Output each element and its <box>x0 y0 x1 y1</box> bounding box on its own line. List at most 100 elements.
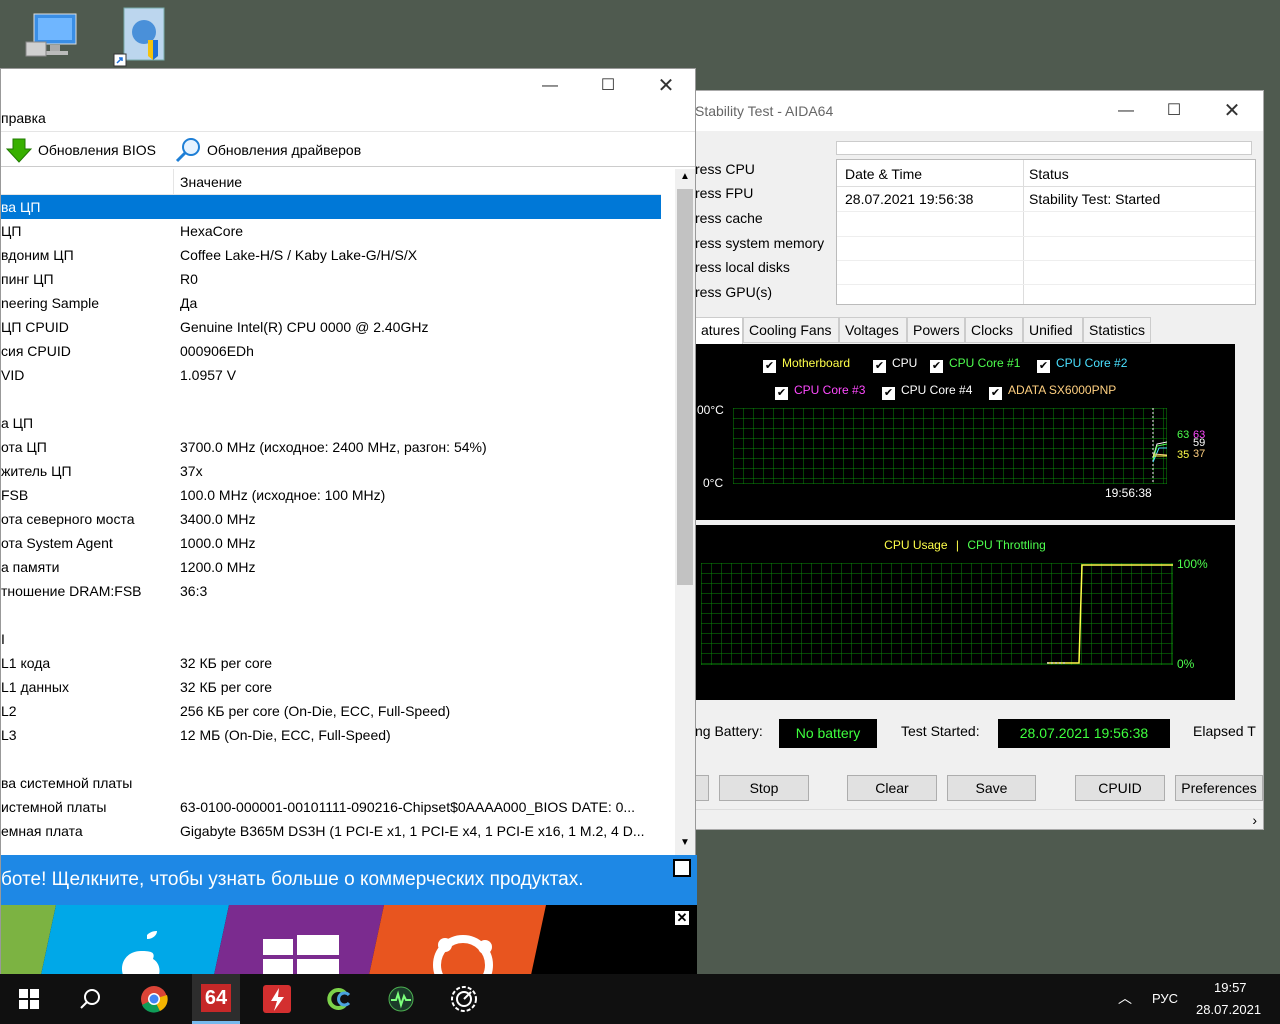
main-maximize-button[interactable]: ☐ <box>585 71 631 101</box>
table-header-datetime[interactable]: Date & Time <box>845 166 922 182</box>
close-banner-button[interactable]: ✕ <box>673 859 691 877</box>
list-row[interactable]: емная плата Gigabyte B365M DS3H (1 PCI-E … <box>1 819 661 843</box>
preferences-button[interactable]: Preferences <box>1175 775 1263 801</box>
list-row[interactable]: L1 кода 32 КБ per core <box>1 651 661 675</box>
stability-titlebar[interactable]: Stability Test - AIDA64 — ☐ ✕ <box>681 91 1263 131</box>
aida64-taskbar-button[interactable]: 64 <box>192 974 240 1024</box>
scroll-down-icon[interactable]: ▼ <box>680 837 690 848</box>
promo-banner[interactable]: боте! Щелкните, чтобы узнать больше о ко… <box>1 855 697 905</box>
main-minimize-button[interactable]: — <box>527 71 573 101</box>
list-row[interactable]: ЦП HexaCore <box>1 219 661 243</box>
scroll-up-icon[interactable]: ▲ <box>680 171 690 182</box>
search-button[interactable] <box>66 974 114 1024</box>
list-row[interactable]: а памяти 1200.0 MHz <box>1 555 661 579</box>
legend-cpu-core-1[interactable]: ✔ CPU Core #1 <box>930 356 1020 373</box>
list-row[interactable]: FSB 100.0 MHz (исходное: 100 MHz) <box>1 483 661 507</box>
clear-button[interactable]: Clear <box>847 775 937 801</box>
speedometer-app-taskbar-button[interactable] <box>440 974 488 1024</box>
legend-cpu[interactable]: ✔ CPU <box>873 356 917 373</box>
list-row[interactable]: neering Sample Да <box>1 291 661 315</box>
os-promo-tiles[interactable]: ✕ <box>1 905 697 975</box>
flash-app-taskbar-button[interactable] <box>253 974 301 1024</box>
tab-unified[interactable]: Unified <box>1023 317 1083 343</box>
list-row[interactable]: L1 данных 32 КБ per core <box>1 675 661 699</box>
tab-temperatures[interactable]: atures <box>695 317 743 345</box>
list-row[interactable]: ва системной платы <box>1 771 661 795</box>
list-row[interactable] <box>1 603 661 627</box>
list-row[interactable]: вдоним ЦП Coffee Lake-H/S / Kaby Lake-G/H… <box>1 243 661 267</box>
cpu-usage-legend[interactable]: CPU Usage <box>884 538 947 552</box>
language-indicator[interactable]: РУС <box>1152 991 1178 1006</box>
main-titlebar[interactable]: — ☐ ✕ <box>1 69 695 105</box>
ccleaner-taskbar-button[interactable] <box>315 974 363 1024</box>
list-row[interactable]: ота System Agent 1000.0 MHz <box>1 531 661 555</box>
list-row[interactable]: ота северного моста 3400.0 MHz <box>1 507 661 531</box>
row-field: ва ЦП <box>1 199 41 215</box>
monitor-app-taskbar-button[interactable] <box>377 974 425 1024</box>
vertical-scrollbar[interactable]: ▲ ▼ <box>675 169 695 855</box>
list-row[interactable]: житель ЦП 37x <box>1 459 661 483</box>
legend-cpu-core-3[interactable]: ✔ CPU Core #3 <box>775 383 865 400</box>
stress-disks-option[interactable]: ress local disks <box>695 259 790 275</box>
list-row[interactable]: L2 256 КБ per core (On-Die, ECC, Full-Spe… <box>1 699 661 723</box>
save-button[interactable]: Save <box>947 775 1036 801</box>
tab-cooling-fans[interactable]: Cooling Fans <box>743 317 839 343</box>
stress-memory-option[interactable]: ress system memory <box>695 235 824 251</box>
row-value: 100.0 MHz (исходное: 100 MHz) <box>180 487 386 503</box>
tab-voltages[interactable]: Voltages <box>839 317 907 343</box>
list-row[interactable]: пинг ЦП R0 <box>1 267 661 291</box>
scroll-right-icon[interactable]: › <box>1252 812 1257 828</box>
tray-chevron-icon[interactable]: ︿ <box>1118 988 1132 1008</box>
tab-statistics[interactable]: Statistics <box>1083 317 1151 343</box>
list-row[interactable]: I <box>1 627 661 651</box>
list-row[interactable] <box>1 387 661 411</box>
cpuid-button[interactable]: CPUID <box>1075 775 1165 801</box>
column-value-header[interactable]: Значение <box>180 174 242 190</box>
list-row[interactable]: истемной платы 63-0100-000001-00101111-09… <box>1 795 661 819</box>
row-value: Gigabyte B365M DS3H (1 PCI-E x1, 1 PCI-E… <box>180 823 645 839</box>
list-row[interactable]: тношение DRAM:FSB 36:3 <box>1 579 661 603</box>
maximize-button[interactable]: ☐ <box>1151 96 1197 126</box>
close-button[interactable]: ✕ <box>1209 96 1255 126</box>
list-row[interactable]: а ЦП <box>1 411 661 435</box>
list-row[interactable]: ЦП CPUID Genuine Intel(R) CPU 0000 @ 2.40… <box>1 315 661 339</box>
stress-fpu-option[interactable]: ress FPU <box>695 185 753 201</box>
menu-help[interactable]: правка <box>1 110 46 126</box>
stress-gpu-option[interactable]: ress GPU(s) <box>695 284 772 300</box>
list-row[interactable]: VID 1.0957 V <box>1 363 661 387</box>
list-row[interactable] <box>1 747 661 771</box>
chrome-taskbar-button[interactable] <box>130 974 178 1024</box>
legend-cpu-core-2[interactable]: ✔ CPU Core #2 <box>1037 356 1127 373</box>
temperature-graph: ✔ Motherboard ✔ CPU ✔ CPU Core #1 ✔ CPU Core… <box>695 344 1235 520</box>
tab-powers[interactable]: Powers <box>907 317 965 343</box>
chrome-icon <box>141 986 168 1013</box>
minimize-button[interactable]: — <box>1103 96 1149 126</box>
row-field: ота северного моста <box>1 511 135 527</box>
lightning-app-icon <box>263 985 291 1013</box>
legend-motherboard[interactable]: ✔ Motherboard <box>763 356 850 373</box>
stress-cache-option[interactable]: ress cache <box>695 210 763 226</box>
legend-adata-ssd[interactable]: ✔ ADATA SX6000PNP <box>989 383 1116 400</box>
start-button[interactable] <box>695 775 709 801</box>
this-pc-icon[interactable] <box>20 8 80 68</box>
horizontal-scrollbar[interactable]: › <box>681 809 1263 829</box>
window-title: Stability Test - AIDA64 <box>695 103 834 119</box>
start-button[interactable] <box>5 974 53 1024</box>
list-row[interactable]: сия CPUID 000906EDh <box>1 339 661 363</box>
clock[interactable]: 19:57 28.07.2021 <box>1192 978 1272 1020</box>
list-row[interactable]: ва ЦП <box>1 195 661 219</box>
list-row[interactable]: L3 12 МБ (On-Die, ECC, Full-Speed) <box>1 723 661 747</box>
table-cell-datetime: 28.07.2021 19:56:38 <box>845 191 974 207</box>
control-panel-shortcut-icon[interactable] <box>112 6 172 67</box>
legend-cpu-core-4[interactable]: ✔ CPU Core #4 <box>882 383 972 400</box>
cpu-throttling-legend[interactable]: CPU Throttling <box>967 538 1045 552</box>
scrollbar-thumb[interactable] <box>677 189 693 585</box>
list-row[interactable]: ота ЦП 3700.0 MHz (исходное: 2400 MHz, ра… <box>1 435 661 459</box>
stop-button[interactable]: Stop <box>719 775 809 801</box>
close-tiles-button[interactable]: ✕ <box>673 909 691 927</box>
main-close-button[interactable]: ✕ <box>643 71 689 101</box>
row-value: 3400.0 MHz <box>180 511 256 527</box>
stress-cpu-option[interactable]: ress CPU <box>695 161 755 177</box>
table-header-status[interactable]: Status <box>1029 166 1069 182</box>
tab-clocks[interactable]: Clocks <box>965 317 1023 343</box>
